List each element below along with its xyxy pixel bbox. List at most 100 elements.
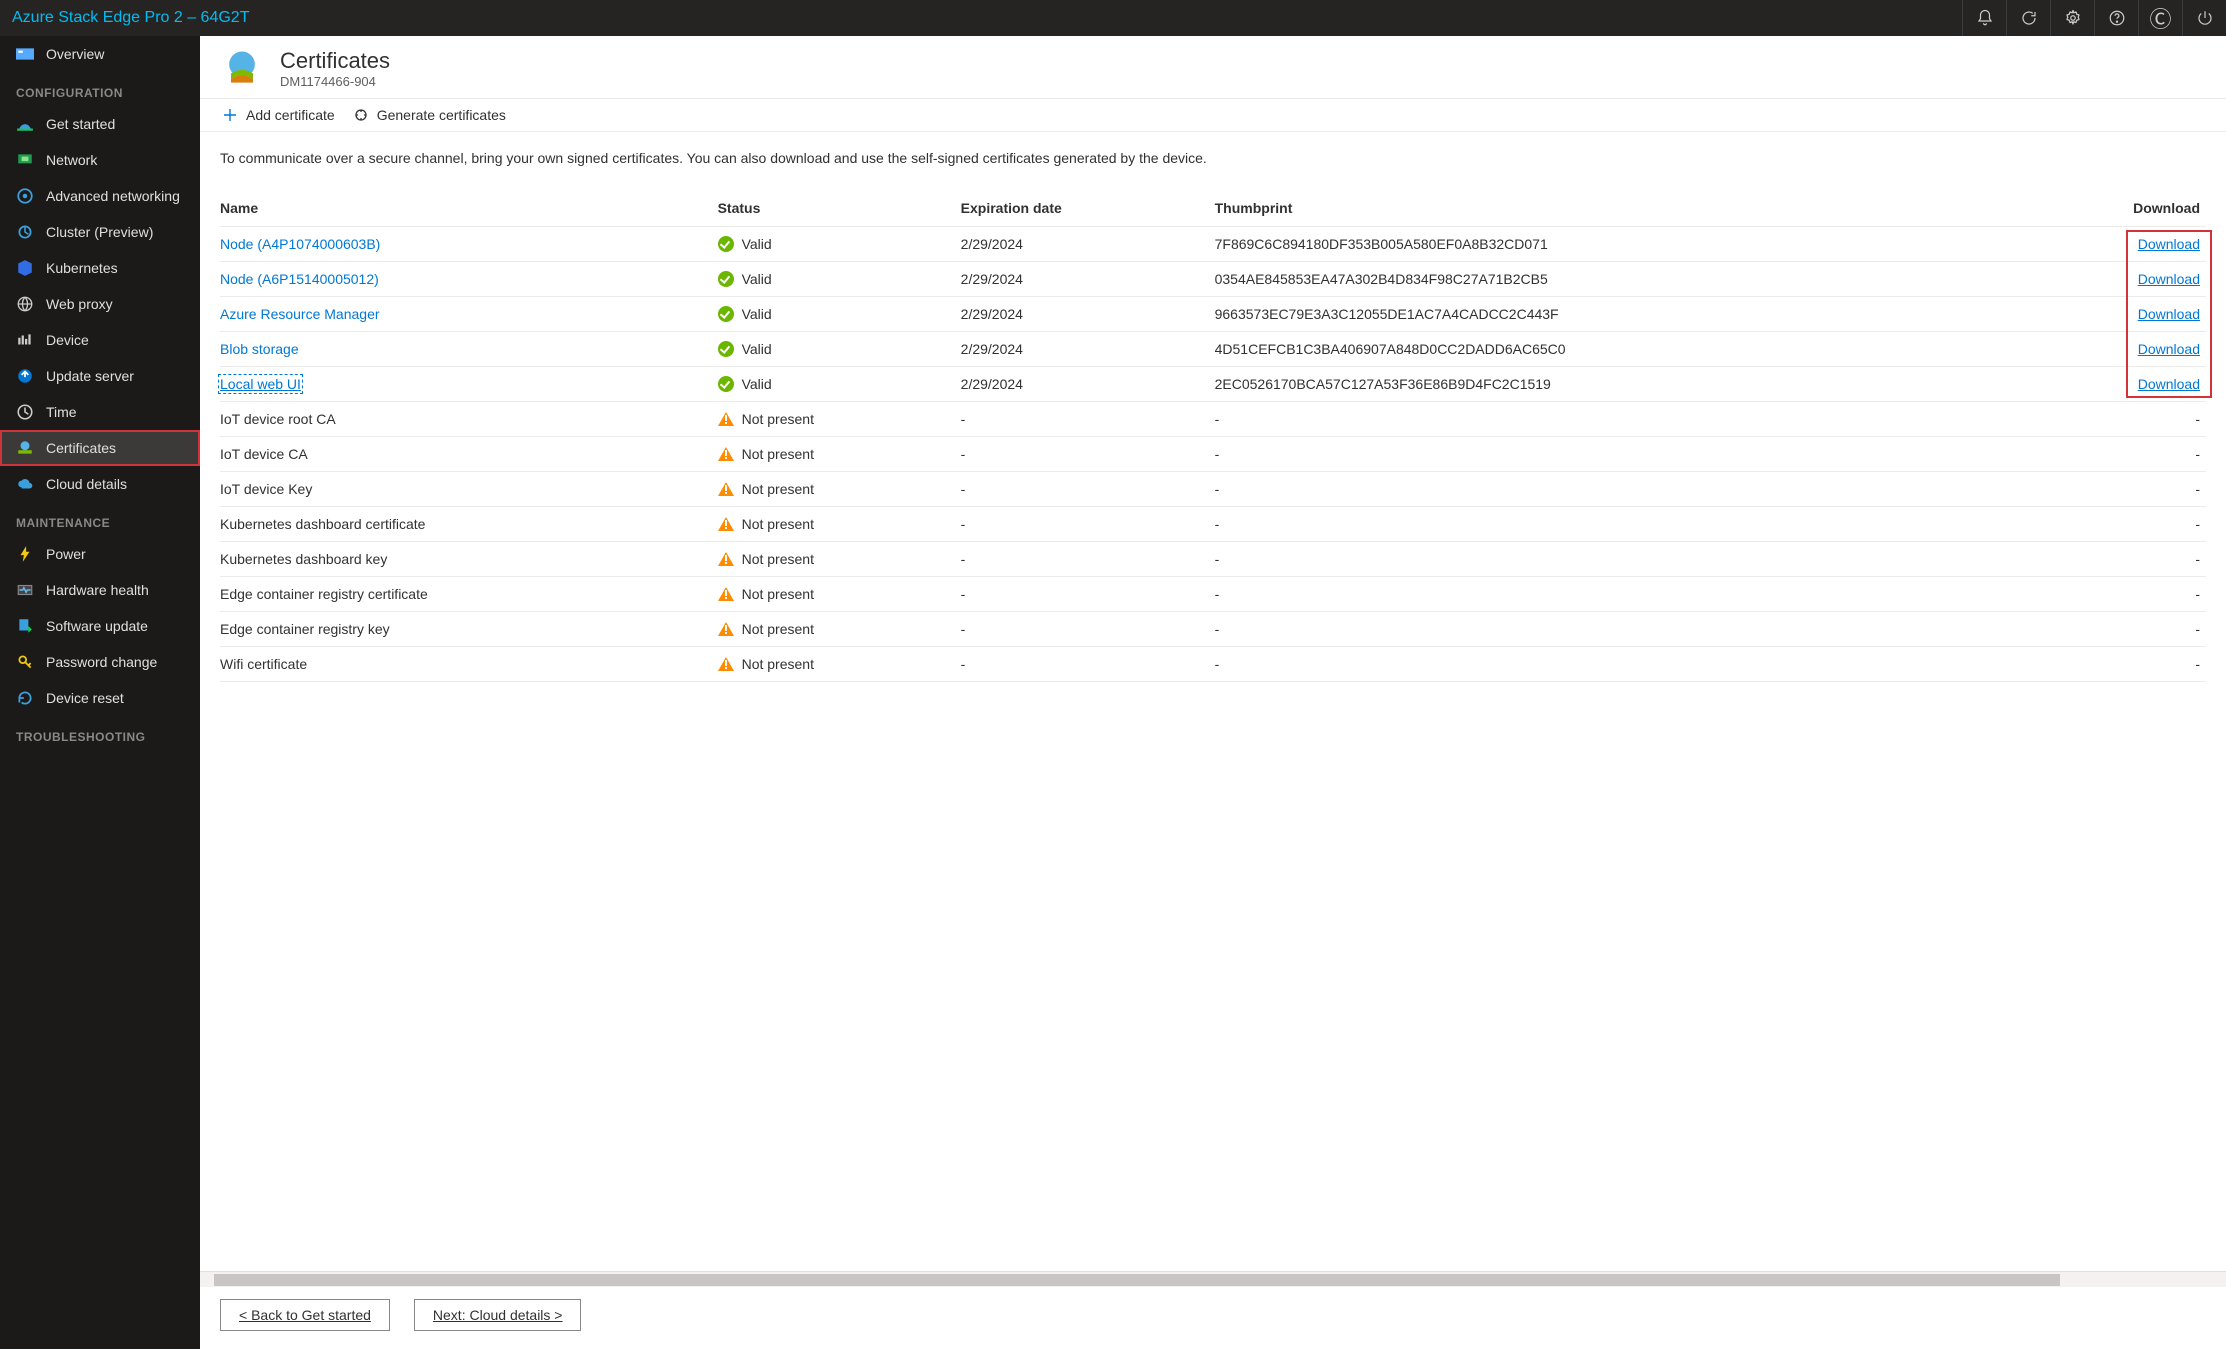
horizontal-scrollbar[interactable] [200,1271,2226,1287]
certificate-name: IoT device CA [220,437,718,472]
thumbprint: - [1215,577,2040,612]
sidebar-label: Cluster (Preview) [46,224,153,240]
sidebar-item-overview[interactable]: Overview [0,36,200,72]
sidebar-item-advanced-networking[interactable]: Advanced networking [0,178,200,214]
table-row: Edge container registry certificate Not p… [220,577,2206,612]
page-subtitle: DM1174466-904 [280,74,390,89]
download-empty: - [2039,647,2206,682]
sidebar-item-software-update[interactable]: Software update [0,608,200,644]
col-status: Status [718,192,961,227]
warning-icon [718,447,734,461]
page-title: Certificates [280,48,390,74]
warning-icon [718,552,734,566]
sidebar-item-password-change[interactable]: Password change [0,644,200,680]
table-row: Wifi certificateNot present--- [220,647,2206,682]
sidebar-label: Hardware health [46,582,149,598]
status-text: Not present [742,656,814,672]
section-configuration: CONFIGURATION [0,72,200,106]
table-row: Kubernetes dashboard certificate Not pres… [220,507,2206,542]
certificate-name: Wifi certificate [220,647,718,682]
certificate-name: Edge container registry key [220,612,718,647]
expiration-date: - [961,577,1215,612]
expiration-date: 2/29/2024 [961,227,1215,262]
status-text: Not present [742,446,814,462]
refresh-icon[interactable] [2006,0,2050,36]
title-bar: Azure Stack Edge Pro 2 – 64G2T Ⓒ [0,0,2226,36]
certificate-name-link[interactable]: Node (A6P15140005012) [220,271,379,287]
sidebar-item-cluster-preview-[interactable]: Cluster (Preview) [0,214,200,250]
sidebar-item-kubernetes[interactable]: Kubernetes [0,250,200,286]
check-icon [718,306,734,322]
status-cell: Valid [718,271,951,287]
download-link[interactable]: Download [2138,341,2200,357]
status-cell: Valid [718,236,951,252]
nav-icon [16,367,34,385]
sidebar-item-web-proxy[interactable]: Web proxy [0,286,200,322]
sidebar-item-cloud-details[interactable]: Cloud details [0,466,200,502]
expiration-date: - [961,437,1215,472]
warning-icon [718,622,734,636]
status-cell: Not present [718,481,951,497]
table-row: Blob storageValid2/29/20244D51CEFCB1C3BA… [220,332,2206,367]
download-link[interactable]: Download [2138,306,2200,322]
check-icon [718,236,734,252]
nav-icon [16,223,34,241]
sidebar-item-time[interactable]: Time [0,394,200,430]
download-empty: - [2039,472,2206,507]
gear-icon[interactable] [2050,0,2094,36]
status-text: Not present [742,481,814,497]
sidebar-item-device[interactable]: Device [0,322,200,358]
warning-icon [718,587,734,601]
certificate-name-link[interactable]: Local web UI [220,376,301,392]
sidebar-item-hardware-health[interactable]: Hardware health [0,572,200,608]
sidebar-item-update-server[interactable]: Update server [0,358,200,394]
sidebar-label: Kubernetes [46,260,118,276]
thumbprint: - [1215,612,2040,647]
download-link[interactable]: Download [2138,271,2200,287]
status-cell: Not present [718,621,951,637]
add-certificate-button[interactable]: Add certificate [222,107,335,123]
certificate-name-link[interactable]: Blob storage [220,341,299,357]
thumbprint: - [1215,647,2040,682]
bell-icon[interactable] [1962,0,2006,36]
header-actions: Ⓒ [1962,0,2226,36]
sidebar-item-device-reset[interactable]: Device reset [0,680,200,716]
expiration-date: - [961,472,1215,507]
status-text: Not present [742,586,814,602]
status-text: Not present [742,516,814,532]
status-text: Not present [742,551,814,567]
page-description: To communicate over a secure channel, br… [220,150,2206,166]
certificate-name-link[interactable]: Azure Resource Manager [220,306,380,322]
certificate-name: Edge container registry certificate [220,577,718,612]
copyright-icon[interactable]: Ⓒ [2138,0,2182,36]
warning-icon [718,482,734,496]
sidebar-label: Certificates [46,440,116,456]
generate-certificates-button[interactable]: Generate certificates [353,107,506,123]
nav-icon [16,545,34,563]
download-link[interactable]: Download [2138,376,2200,392]
check-icon [718,376,734,392]
generate-icon [353,107,369,123]
sidebar-item-certificates[interactable]: Certificates [0,430,200,466]
sidebar-label: Device reset [46,690,124,706]
status-text: Valid [742,306,772,322]
next-button[interactable]: Next: Cloud details > [414,1299,582,1331]
sidebar-item-get-started[interactable]: Get started [0,106,200,142]
back-button[interactable]: < Back to Get started [220,1299,390,1331]
status-text: Valid [742,376,772,392]
expiration-date: - [961,542,1215,577]
help-icon[interactable] [2094,0,2138,36]
section-troubleshooting: TROUBLESHOOTING [0,716,200,750]
nav-icon [16,653,34,671]
sidebar-label: Advanced networking [46,188,180,204]
certificate-name-link[interactable]: Node (A4P1074000603B) [220,236,380,252]
power-icon[interactable] [2182,0,2226,36]
scrollbar-thumb[interactable] [214,1274,2060,1286]
sidebar-item-network[interactable]: Network [0,142,200,178]
footer: < Back to Get started Next: Cloud detail… [200,1287,2226,1349]
sidebar-item-power[interactable]: Power [0,536,200,572]
certificate-name: Kubernetes dashboard certificate [220,507,718,542]
thumbprint: - [1215,472,2040,507]
status-text: Not present [742,411,814,427]
download-link[interactable]: Download [2138,236,2200,252]
